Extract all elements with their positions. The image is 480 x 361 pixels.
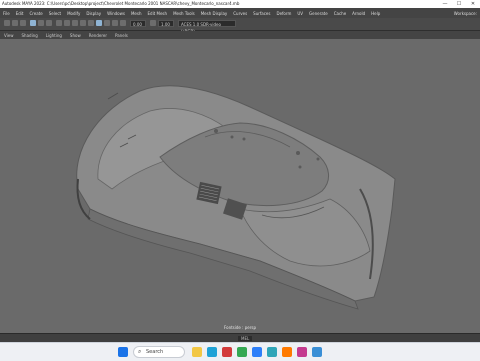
select-tool-icon[interactable]: [4, 20, 10, 26]
menu-generate[interactable]: Generate: [306, 11, 331, 16]
scale-tool-icon[interactable]: [46, 20, 52, 26]
file-explorer-icon[interactable]: [192, 347, 202, 357]
panel-menu-panels[interactable]: Panels: [111, 33, 132, 38]
shadows-icon[interactable]: [120, 20, 126, 26]
smooth-shade-icon[interactable]: [96, 20, 102, 26]
menu-uv[interactable]: UV: [294, 11, 306, 16]
3d-viewport[interactable]: [0, 39, 480, 342]
panel-menu-view[interactable]: View: [0, 33, 18, 38]
minimize-button[interactable]: —: [438, 0, 452, 8]
move-tool-icon[interactable]: [30, 20, 36, 26]
gamma-icon[interactable]: [150, 20, 156, 26]
windows-taskbar: ⌕ Search: [0, 342, 480, 361]
chrome-icon[interactable]: [237, 347, 247, 357]
maya-icon[interactable]: [267, 347, 277, 357]
panel-menu-lighting[interactable]: Lighting: [42, 33, 66, 38]
menu-edit-mesh[interactable]: Edit Mesh: [145, 11, 171, 16]
maximize-button[interactable]: ☐: [452, 0, 466, 8]
taskbar-search[interactable]: ⌕ Search: [133, 346, 185, 358]
lights-icon[interactable]: [112, 20, 118, 26]
edge-icon[interactable]: [207, 347, 217, 357]
menu-surfaces[interactable]: Surfaces: [250, 11, 273, 16]
windows-start-icon[interactable]: [118, 347, 128, 357]
media-app-icon[interactable]: [222, 347, 232, 357]
menu-edit[interactable]: Edit: [13, 11, 27, 16]
search-icon: ⌕: [138, 348, 142, 355]
close-button[interactable]: ✕: [466, 0, 480, 8]
menu-select[interactable]: Select: [46, 11, 64, 16]
search-placeholder: Search: [146, 349, 164, 355]
photos-icon[interactable]: [312, 347, 322, 357]
colorspace-field[interactable]: ACES 1.0 SDR-video (sRGB): [178, 20, 236, 34]
panel-menu-renderer[interactable]: Renderer: [85, 33, 111, 38]
rotate-tool-icon[interactable]: [38, 20, 44, 26]
wireframe-icon[interactable]: [88, 20, 94, 26]
viewport-toolbar: 0.00 1.00 ACES 1.0 SDR-video (sRGB): [0, 18, 480, 34]
music-app-icon[interactable]: [297, 347, 307, 357]
window-title: Autodesk MAYA 2023: C:\Users\pc\Desktop\…: [2, 1, 240, 6]
menu-display[interactable]: Display: [83, 11, 104, 16]
store-icon[interactable]: [252, 347, 262, 357]
menu-cache[interactable]: Cache: [331, 11, 349, 16]
menu-mesh[interactable]: Mesh: [128, 11, 145, 16]
menu-deform[interactable]: Deform: [273, 11, 294, 16]
menu-arnold[interactable]: Arnold: [349, 11, 368, 16]
menu-mesh-display[interactable]: Mesh Display: [198, 11, 231, 16]
textured-icon[interactable]: [104, 20, 110, 26]
panel-menubar: View Shading Lighting Show Renderer Pane…: [0, 31, 480, 39]
gamma-field[interactable]: 1.00: [158, 20, 174, 27]
bookmark-icon[interactable]: [64, 20, 70, 26]
mel-chip[interactable]: MEL: [238, 336, 253, 341]
menu-modify[interactable]: Modify: [64, 11, 83, 16]
menu-create[interactable]: Create: [26, 11, 45, 16]
main-menubar: File Edit Create Select Modify Display W…: [0, 8, 480, 18]
menu-file[interactable]: File: [0, 11, 13, 16]
camera-label: Fontside : persp: [223, 325, 257, 330]
lasso-tool-icon[interactable]: [12, 20, 18, 26]
camera-icon[interactable]: [56, 20, 62, 26]
firefox-icon[interactable]: [282, 347, 292, 357]
exposure-field[interactable]: 0.00: [130, 20, 146, 27]
menu-help[interactable]: Help: [368, 11, 383, 16]
window-controls: — ☐ ✕: [438, 0, 480, 8]
panel-menu-show[interactable]: Show: [66, 33, 85, 38]
menu-mesh-tools[interactable]: Mesh Tools: [170, 11, 198, 16]
menu-windows[interactable]: Windows: [104, 11, 128, 16]
panel-menu-shading[interactable]: Shading: [18, 33, 42, 38]
workspace-label[interactable]: Workspace:: [451, 11, 480, 16]
menu-curves[interactable]: Curves: [230, 11, 250, 16]
car-model[interactable]: [0, 39, 480, 342]
image-plane-icon[interactable]: [72, 20, 78, 26]
grid-icon[interactable]: [80, 20, 86, 26]
paint-select-icon[interactable]: [20, 20, 26, 26]
